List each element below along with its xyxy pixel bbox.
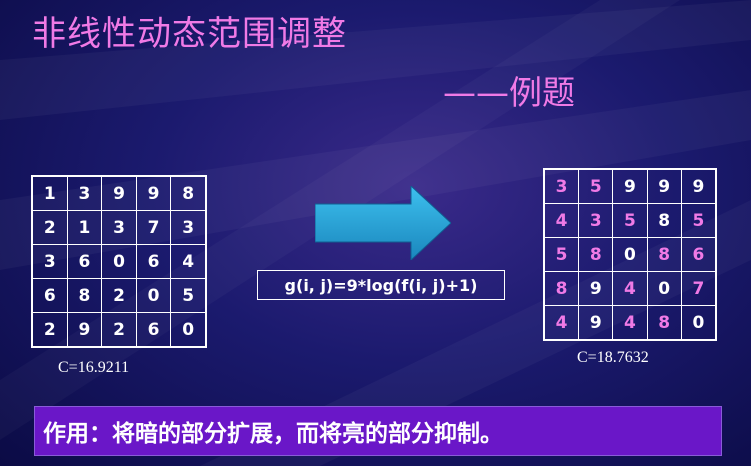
matrix-cell: 0 — [135, 278, 172, 313]
matrix-cell: 8 — [646, 203, 682, 238]
matrix-cell: 4 — [612, 271, 648, 306]
matrix-cell: 0 — [101, 244, 137, 279]
matrix-row: 13998 — [31, 175, 207, 211]
matrix-cell: 6 — [135, 244, 172, 279]
matrix-cell: 0 — [612, 237, 648, 272]
matrix-cell: 8 — [543, 271, 580, 306]
input-c-value: C=16.9211 — [58, 359, 130, 376]
matrix-cell: 1 — [31, 175, 68, 211]
matrix-cell: 3 — [31, 244, 68, 279]
matrix-cell: 6 — [135, 312, 172, 348]
matrix-row: 58086 — [543, 237, 717, 272]
matrix-cell: 9 — [66, 312, 103, 348]
matrix-cell: 9 — [578, 305, 614, 341]
matrix-cell: 2 — [31, 210, 68, 245]
matrix-cell: 4 — [170, 244, 207, 279]
matrix-row: 43585 — [543, 203, 717, 238]
matrix-cell: 2 — [101, 278, 137, 313]
matrix-cell: 0 — [680, 305, 717, 341]
matrix-cell: 4 — [543, 305, 580, 341]
matrix-cell: 9 — [646, 168, 682, 204]
matrix-cell: 8 — [646, 305, 682, 341]
matrix-cell: 7 — [135, 210, 172, 245]
matrix-cell: 6 — [680, 237, 717, 272]
matrix-cell: 3 — [101, 210, 137, 245]
slide-subtitle: ——例题 — [443, 73, 575, 112]
output-c-value: C=18.7632 — [577, 349, 649, 366]
matrix-cell: 2 — [31, 312, 68, 348]
right-arrow-icon — [315, 186, 451, 260]
matrix-row: 89407 — [543, 271, 717, 306]
matrix-cell: 9 — [135, 175, 172, 211]
matrix-cell: 8 — [578, 237, 614, 272]
matrix-cell: 2 — [101, 312, 137, 348]
matrix-row: 21373 — [31, 210, 207, 245]
output-matrix: 3599943585580868940749480 — [543, 168, 717, 341]
matrix-row: 36064 — [31, 244, 207, 279]
matrix-cell: 3 — [66, 175, 103, 211]
matrix-cell: 9 — [680, 168, 717, 204]
matrix-cell: 5 — [578, 168, 614, 204]
effect-banner: 作用：将暗的部分扩展，而将亮的部分抑制。 — [34, 406, 722, 456]
matrix-cell: 6 — [66, 244, 103, 279]
matrix-cell: 9 — [578, 271, 614, 306]
matrix-cell: 4 — [612, 305, 648, 341]
matrix-cell: 3 — [543, 168, 580, 204]
matrix-row: 35999 — [543, 168, 717, 204]
matrix-cell: 0 — [646, 271, 682, 306]
matrix-cell: 9 — [101, 175, 137, 211]
matrix-cell: 5 — [170, 278, 207, 313]
matrix-cell: 6 — [31, 278, 68, 313]
transform-formula: g(i, j)=9*log(f(i, j)+1) — [257, 270, 505, 300]
slide-title: 非线性动态范围调整 — [32, 14, 347, 54]
matrix-cell: 9 — [612, 168, 648, 204]
matrix-row: 49480 — [543, 305, 717, 341]
matrix-cell: 8 — [66, 278, 103, 313]
matrix-cell: 7 — [680, 271, 717, 306]
matrix-cell: 1 — [66, 210, 103, 245]
matrix-cell: 5 — [612, 203, 648, 238]
matrix-row: 29260 — [31, 312, 207, 348]
matrix-cell: 4 — [543, 203, 580, 238]
matrix-cell: 5 — [680, 203, 717, 238]
matrix-cell: 0 — [170, 312, 207, 348]
matrix-cell: 5 — [543, 237, 580, 272]
matrix-cell: 3 — [170, 210, 207, 245]
input-matrix: 1399821373360646820529260 — [31, 175, 207, 348]
matrix-row: 68205 — [31, 278, 207, 313]
matrix-cell: 8 — [170, 175, 207, 211]
matrix-cell: 3 — [578, 203, 614, 238]
matrix-cell: 8 — [646, 237, 682, 272]
